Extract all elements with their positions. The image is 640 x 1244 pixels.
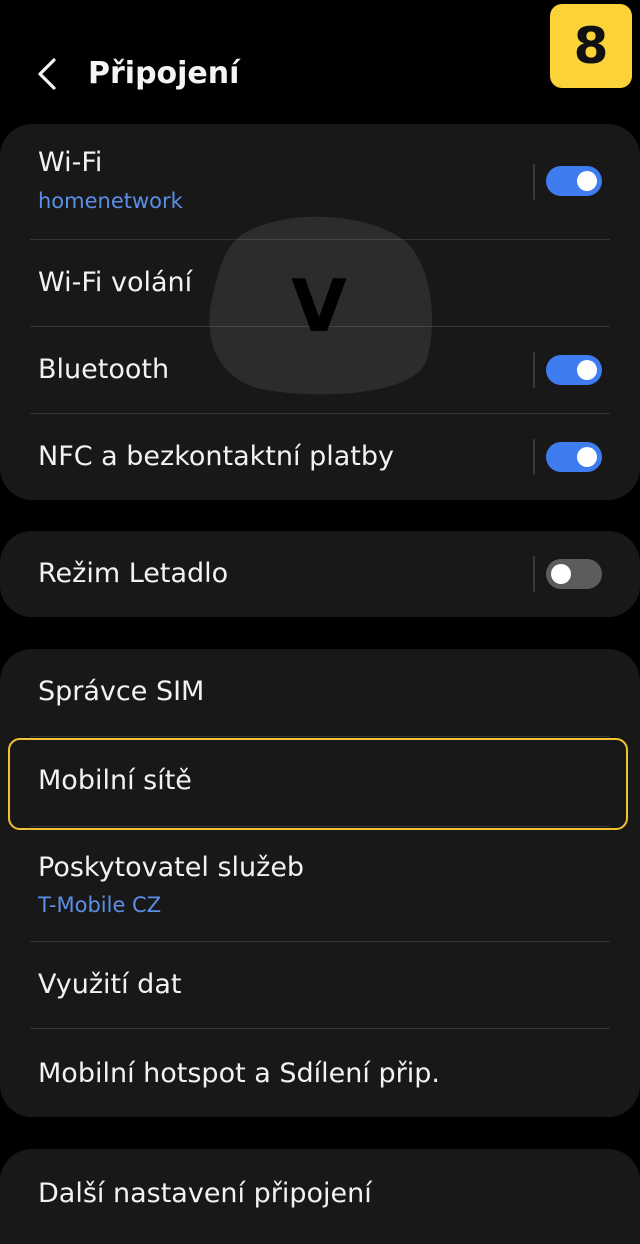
airplane-mode-label: Režim Letadlo [38, 558, 229, 589]
wifi-network-name: homenetwork [38, 189, 183, 213]
nfc-label: NFC a bezkontaktní platby [38, 441, 394, 472]
service-provider-value: T-Mobile CZ [38, 893, 162, 917]
setting-row-sim-manager[interactable]: Správce SIM [0, 649, 640, 735]
setting-row-airplane-mode[interactable]: Režim Letadlo [0, 531, 640, 617]
toggle-divider [533, 439, 535, 475]
data-usage-label: Využití dat [38, 969, 182, 1000]
hotspot-label: Mobilní hotspot a Sdílení přip. [38, 1058, 440, 1089]
toggle-divider [533, 352, 535, 388]
setting-row-wifi[interactable]: Wi-Fi homenetwork [0, 124, 640, 239]
setting-row-wifi-calling[interactable]: Wi-Fi volání [0, 240, 640, 326]
setting-row-bluetooth[interactable]: Bluetooth [0, 327, 640, 413]
wifi-toggle[interactable] [546, 166, 602, 196]
nfc-toggle[interactable] [546, 442, 602, 472]
app-header: Připojení 8 [0, 0, 640, 120]
setting-row-data-usage[interactable]: Využití dat [0, 942, 640, 1028]
sim-manager-label: Správce SIM [38, 676, 205, 707]
page-title: Připojení [88, 56, 240, 91]
more-connection-settings-label: Další nastavení připojení [38, 1178, 372, 1209]
airplane-mode-toggle[interactable] [546, 559, 602, 589]
toggle-divider [533, 164, 535, 200]
service-provider-label: Poskytovatel služeb [38, 852, 305, 883]
bluetooth-label: Bluetooth [38, 354, 170, 385]
setting-row-mobile-networks[interactable]: Mobilní sítě [0, 737, 640, 825]
setting-row-service-provider[interactable]: Poskytovatel služeb T-Mobile CZ [0, 827, 640, 941]
wifi-calling-label: Wi-Fi volání [38, 267, 193, 298]
setting-row-more-connection-settings[interactable]: Další nastavení připojení [0, 1149, 640, 1244]
chevron-left-icon [38, 58, 56, 90]
back-button[interactable] [28, 52, 68, 96]
mobile-networks-label: Mobilní sítě [38, 765, 192, 796]
toggle-divider [533, 556, 535, 592]
step-number-badge: 8 [550, 4, 632, 88]
setting-row-hotspot[interactable]: Mobilní hotspot a Sdílení přip. [0, 1029, 640, 1117]
setting-row-nfc[interactable]: NFC a bezkontaktní platby [0, 414, 640, 500]
wifi-label: Wi-Fi [38, 147, 103, 178]
bluetooth-toggle[interactable] [546, 355, 602, 385]
